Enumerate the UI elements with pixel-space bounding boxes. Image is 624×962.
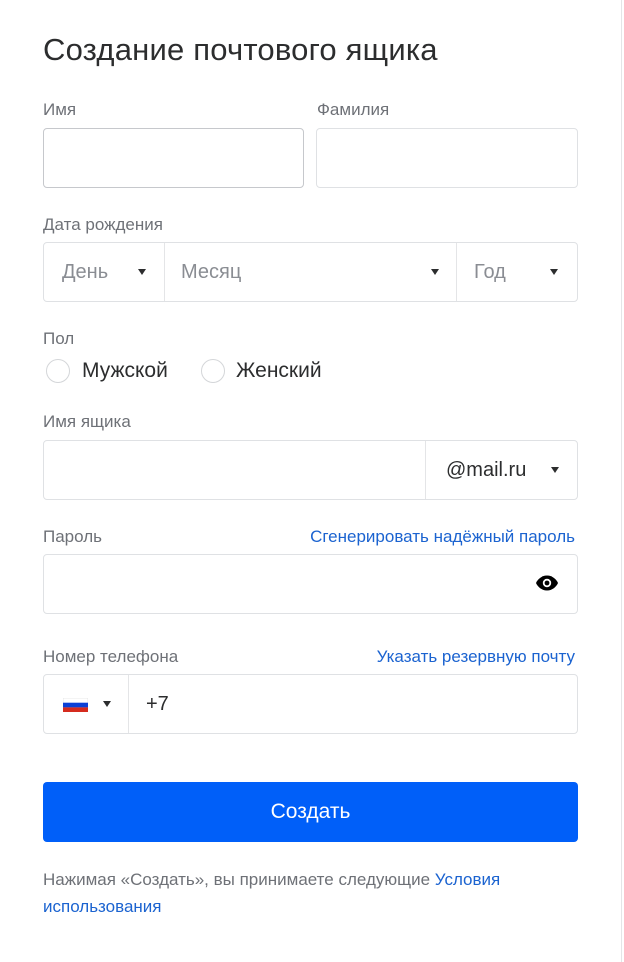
mailbox-group: @mail.ru xyxy=(43,440,578,500)
birth-year-select[interactable]: Год xyxy=(457,243,577,301)
phone-label: Номер телефона xyxy=(43,647,179,666)
first-name-input[interactable] xyxy=(43,128,304,188)
chevron-down-icon xyxy=(138,269,146,275)
chevron-down-icon xyxy=(431,269,439,275)
phone-group: +7 xyxy=(43,674,578,734)
birth-date-label: Дата рождения xyxy=(43,215,163,234)
chevron-down-icon xyxy=(551,467,559,473)
birth-year-value: Год xyxy=(474,260,506,283)
russia-flag-icon xyxy=(63,698,88,712)
gender-label: Пол xyxy=(43,329,75,348)
birth-date-group: День Месяц Год xyxy=(43,242,578,302)
mailbox-input[interactable] xyxy=(44,441,425,499)
generate-password-link[interactable]: Сгенерировать надёжный пароль xyxy=(310,527,575,547)
terms-prefix: Нажимая «Создать», вы принимаете следующ… xyxy=(43,870,435,889)
gender-female-label[interactable]: Женский xyxy=(236,359,322,383)
password-input[interactable] xyxy=(43,554,578,614)
password-label: Пароль xyxy=(43,527,102,546)
gender-female-radio[interactable] xyxy=(201,359,225,383)
eye-icon[interactable] xyxy=(535,574,559,592)
domain-value: @mail.ru xyxy=(446,458,527,481)
terms-text: Нажимая «Создать», вы принимаете следующ… xyxy=(43,866,588,920)
phone-input[interactable]: +7 xyxy=(129,675,577,733)
birth-day-select[interactable]: День xyxy=(44,243,164,301)
chevron-down-icon xyxy=(550,269,558,275)
domain-select[interactable]: @mail.ru xyxy=(426,441,577,499)
birth-month-value: Месяц xyxy=(181,260,242,283)
gender-male-radio[interactable] xyxy=(46,359,70,383)
chevron-down-icon xyxy=(103,701,111,707)
last-name-input[interactable] xyxy=(316,128,578,188)
signup-card: Создание почтового ящика Имя Фамилия Дат… xyxy=(0,0,622,962)
birth-day-value: День xyxy=(62,260,109,283)
country-select[interactable] xyxy=(44,675,128,733)
mailbox-label: Имя ящика xyxy=(43,412,131,431)
first-name-label: Имя xyxy=(43,100,77,119)
phone-prefix: +7 xyxy=(146,692,169,715)
create-button[interactable]: Создать xyxy=(43,782,578,842)
gender-male-label[interactable]: Мужской xyxy=(82,359,168,383)
page-title: Создание почтового ящика xyxy=(43,32,438,67)
backup-email-link[interactable]: Указать резервную почту xyxy=(377,647,575,667)
last-name-label: Фамилия xyxy=(317,100,390,119)
birth-month-select[interactable]: Месяц xyxy=(165,243,457,301)
